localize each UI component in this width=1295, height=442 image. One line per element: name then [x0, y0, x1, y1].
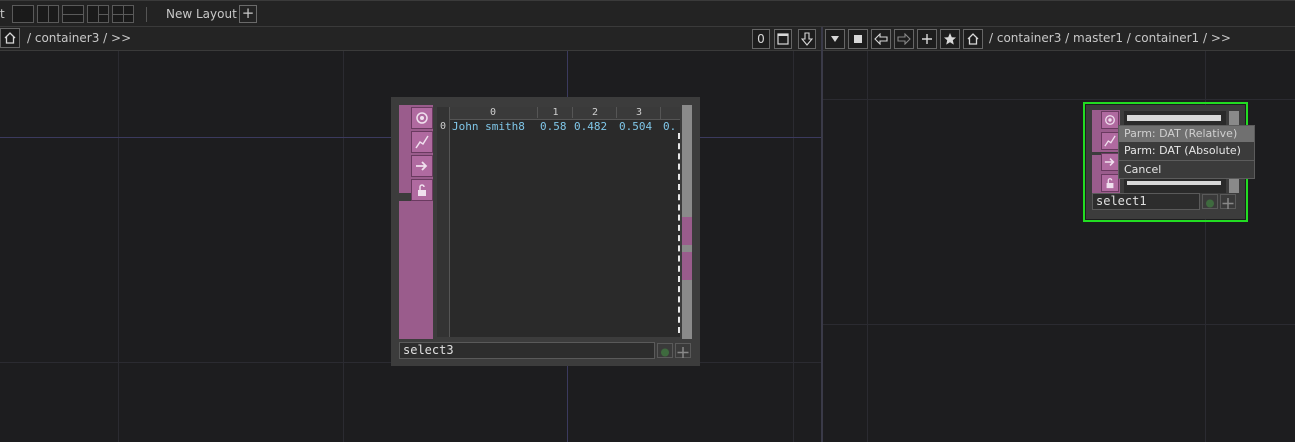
- table-cell: 0.: [663, 120, 677, 133]
- right-path-breadcrumb[interactable]: / container3 / master1 / container1 / >>: [989, 31, 1231, 45]
- table-viewer[interactable]: 0 1 2 3 0 John smith8 0.58 0.482 0.504 0…: [437, 107, 680, 337]
- export-flag[interactable]: [1101, 153, 1119, 171]
- viewer-flag[interactable]: [1101, 111, 1119, 129]
- plus-icon: [922, 34, 932, 44]
- node-input-strip: [399, 201, 433, 339]
- layout-split-horizontal-button[interactable]: [62, 5, 84, 23]
- right-path-bar: / container3 / master1 / container1 / >>: [823, 27, 1295, 51]
- toolbar-separator: [146, 7, 147, 22]
- star-icon: [944, 33, 956, 45]
- dot-icon: [1206, 199, 1214, 208]
- row-index: 0: [439, 121, 447, 132]
- target-icon: [1105, 115, 1115, 125]
- layout-split-vertical-button[interactable]: [37, 5, 59, 23]
- menu-item-parm-dat-absolute[interactable]: Parm: DAT (Absolute): [1119, 143, 1254, 159]
- menu-item-parm-dat-relative[interactable]: Parm: DAT (Relative): [1119, 126, 1254, 142]
- left-path-breadcrumb[interactable]: / container3 / >>: [27, 31, 131, 45]
- pane-menu-button[interactable]: [825, 29, 845, 49]
- maximize-button[interactable]: [774, 29, 792, 49]
- output-connector[interactable]: [682, 217, 692, 245]
- bypass-button[interactable]: [657, 343, 673, 358]
- window-icon: [777, 33, 789, 45]
- add-layout-button[interactable]: +: [239, 5, 257, 23]
- arrow-right-icon: [416, 161, 428, 171]
- sparkle-icon: [1222, 198, 1234, 209]
- lock-icon: [418, 184, 426, 196]
- table-cell: John smith8: [452, 120, 525, 133]
- forward-button[interactable]: [894, 29, 914, 49]
- display-flag[interactable]: [1101, 132, 1119, 150]
- truncated-label: t: [0, 7, 5, 21]
- column-header: 1: [537, 107, 573, 118]
- left-network-pane[interactable]: 0 1 2 3 0 John smith8 0.58 0.482 0.504 0…: [0, 51, 821, 442]
- node-name-field[interactable]: select3: [399, 342, 655, 359]
- stop-button[interactable]: [848, 29, 868, 49]
- column-header: 3: [616, 107, 661, 118]
- table-cell: 0.58: [540, 120, 567, 133]
- layout-four-pane-button[interactable]: [112, 5, 134, 23]
- table-cell: 0.504: [619, 120, 653, 133]
- bookmark-button[interactable]: [940, 29, 960, 49]
- graph-icon: [415, 135, 429, 149]
- menu-item-cancel[interactable]: Cancel: [1119, 162, 1254, 178]
- viewer-flag[interactable]: [411, 107, 433, 129]
- home-icon: [4, 32, 16, 44]
- select3-node[interactable]: 0 1 2 3 0 John smith8 0.58 0.482 0.504 0…: [391, 97, 700, 366]
- layout-toolbar: t New Layout +: [0, 0, 1295, 27]
- new-layout-label[interactable]: New Layout: [166, 7, 237, 21]
- dot-icon: [661, 348, 669, 357]
- home-button[interactable]: [0, 28, 20, 48]
- arrow-right-icon: [897, 32, 911, 46]
- arrow-left-icon: [874, 32, 888, 46]
- node-options-button[interactable]: [675, 343, 691, 358]
- layout-three-pane-button[interactable]: [87, 5, 109, 23]
- lock-flag[interactable]: [411, 179, 433, 201]
- column-header: 0: [489, 107, 497, 118]
- menu-separator: [1119, 160, 1254, 161]
- output-connector[interactable]: [682, 252, 692, 280]
- arrow-down-icon: [800, 32, 814, 46]
- export-flag[interactable]: [411, 155, 433, 177]
- lock-icon: [1106, 178, 1114, 189]
- add-button[interactable]: [917, 29, 937, 49]
- import-button[interactable]: [798, 29, 816, 49]
- viewer-edge-marker: [678, 133, 680, 333]
- context-menu: Parm: DAT (Relative) Parm: DAT (Absolute…: [1118, 125, 1255, 179]
- table-index-column: [437, 107, 450, 337]
- target-icon: [416, 112, 428, 124]
- sparkle-icon: [677, 347, 689, 358]
- stop-icon: [854, 35, 862, 43]
- bypass-button[interactable]: [1202, 194, 1218, 209]
- display-flag[interactable]: [411, 131, 433, 153]
- layout-single-button[interactable]: [12, 5, 34, 23]
- left-path-bar: / container3 / >> 0: [0, 27, 821, 51]
- node-options-button[interactable]: [1220, 194, 1236, 209]
- graph-icon: [1104, 135, 1116, 147]
- zero-button[interactable]: 0: [752, 29, 770, 49]
- home-icon: [967, 33, 979, 45]
- lock-flag[interactable]: [1101, 174, 1119, 192]
- home-button-right[interactable]: [963, 29, 983, 49]
- table-cell: 0.482: [574, 120, 608, 133]
- triangle-down-icon: [831, 36, 839, 42]
- column-header: 2: [572, 107, 617, 118]
- node-name-field[interactable]: select1: [1092, 193, 1200, 210]
- arrow-right-icon: [1104, 158, 1115, 166]
- right-network-pane[interactable]: select1: [823, 51, 1295, 442]
- back-button[interactable]: [871, 29, 891, 49]
